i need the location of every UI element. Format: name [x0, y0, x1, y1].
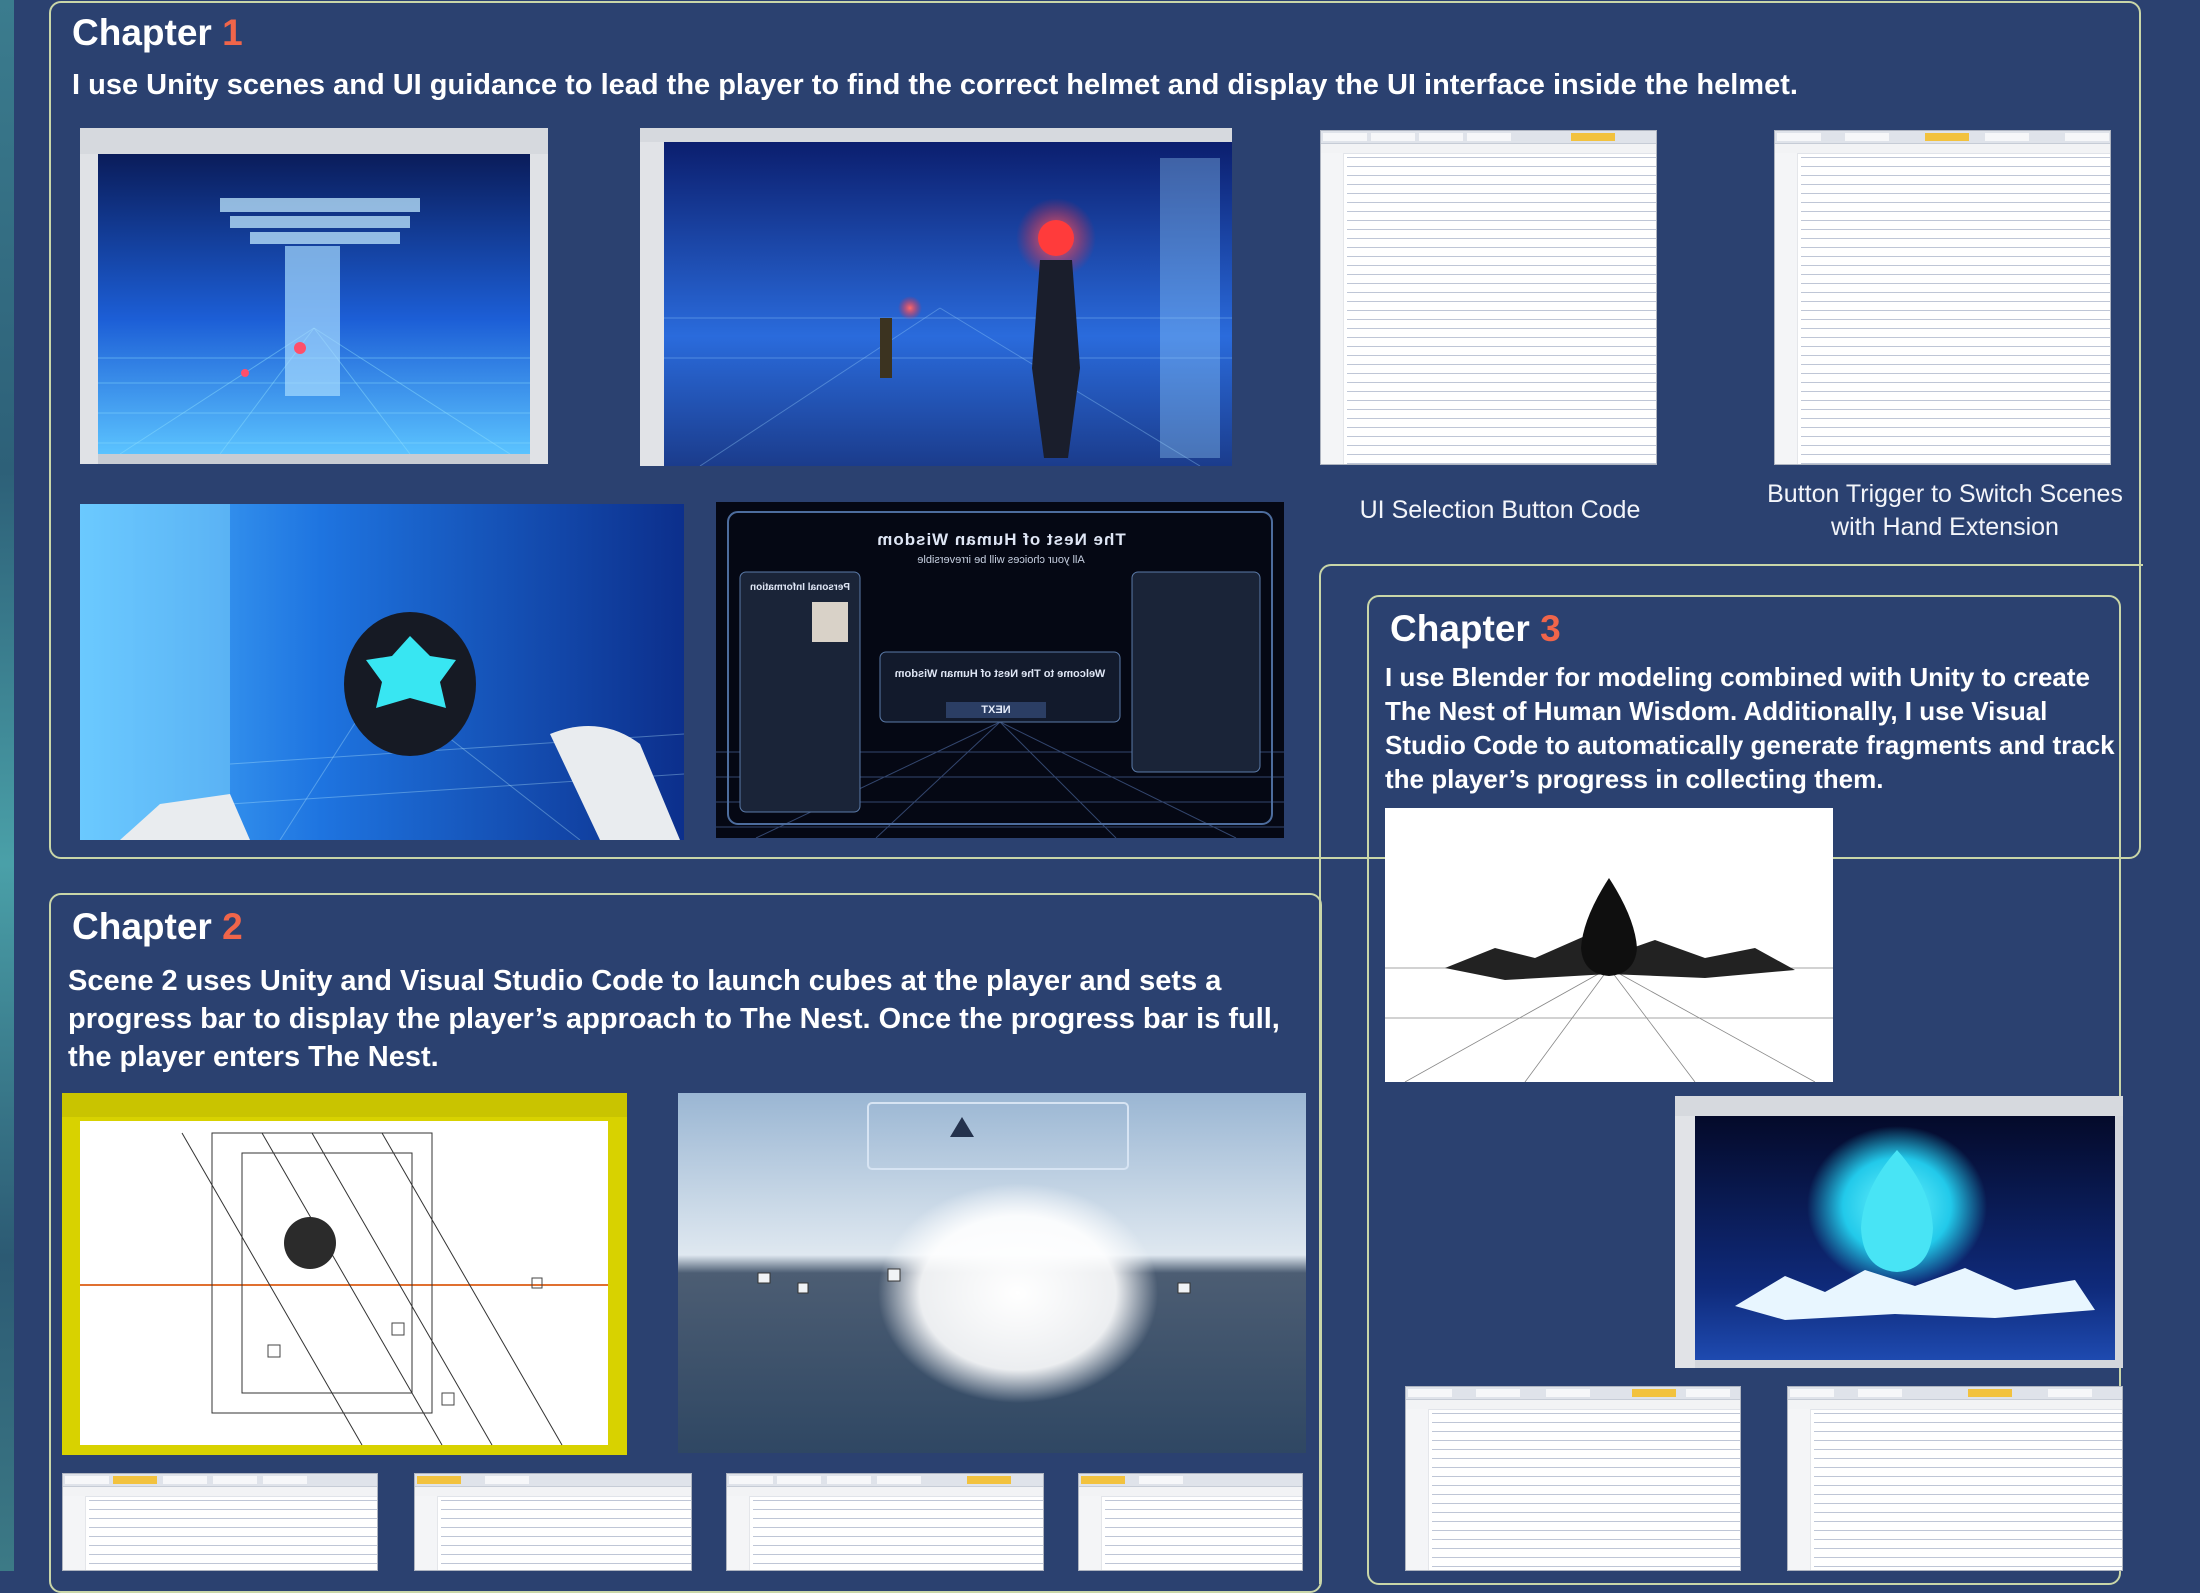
chapter-2-description: Scene 2 uses Unity and Visual Studio Cod…	[68, 965, 1280, 1073]
ui-selection-caption: UI Selection Button Code	[1359, 496, 1641, 524]
left-edge-strip	[0, 0, 14, 1571]
chapter-1-heading-word: Chapter	[72, 12, 212, 53]
vr-hands-helmet-screenshot	[80, 504, 684, 840]
unity-editor-pedestal-screenshot	[80, 128, 548, 464]
trigger-load-scene-code-screenshot	[726, 1473, 1044, 1571]
button-trigger-code-screenshot	[1774, 130, 2111, 465]
spawn-manager-code-screenshot	[1787, 1386, 2123, 1571]
cube-spawner-code-screenshot	[414, 1473, 692, 1571]
chapter-3-description: I use Blender for modeling combined with…	[1385, 662, 2115, 794]
blender-nest-model-screenshot	[1385, 808, 1833, 1082]
hud-next-button[interactable]: NEXT	[946, 702, 1046, 718]
hud-welcome: Welcome to The Nest of Human Wisdom	[894, 668, 1106, 680]
ui-selection-button-code-screenshot	[1320, 130, 1657, 465]
unity-character-red-helmet-screenshot	[640, 128, 1232, 466]
chapter-2-heading: Chapter 2	[72, 908, 243, 945]
helmet-hud-ui-screenshot: The Nest of Human Wisdom All your choice…	[716, 502, 1284, 838]
chapter-1-heading: Chapter 1	[72, 14, 243, 51]
chapter-3-number: 3	[1540, 608, 1561, 649]
unity-editor-cube-launch-screenshot	[62, 1093, 627, 1455]
chapter-3-heading: Chapter 3	[1390, 610, 1561, 647]
cube-storm-ocean-screenshot	[678, 1093, 1306, 1453]
unity-glowing-nest-screenshot	[1675, 1096, 2123, 1368]
button-trigger-caption: Button Trigger to Switch Scenes with Han…	[1767, 480, 2123, 541]
hud-title: The Nest of Human Wisdom	[876, 530, 1126, 549]
progress-bar-code-screenshot	[62, 1473, 378, 1571]
hud-profile-title: Personal Information	[750, 582, 851, 593]
chapter-3-heading-word: Chapter	[1390, 608, 1530, 649]
progress-tracker-code-screenshot	[1078, 1473, 1303, 1571]
chapter-2-number: 2	[222, 906, 243, 947]
chapter-1-description: I use Unity scenes and UI guidance to le…	[72, 69, 1798, 101]
hud-warning: All your choices will be irreversible	[917, 554, 1085, 566]
chapter-2-heading-word: Chapter	[72, 906, 212, 947]
grab-object-code-screenshot	[1405, 1386, 1741, 1571]
chapter-1-number: 1	[222, 12, 243, 53]
